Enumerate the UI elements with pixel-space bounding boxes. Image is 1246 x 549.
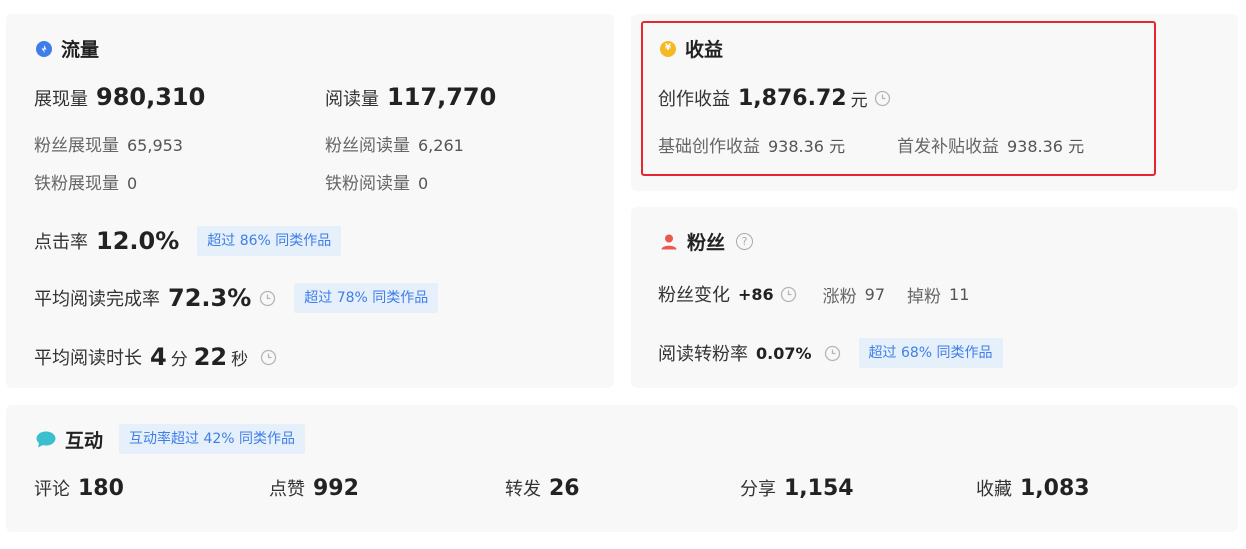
fan-impressions-value: 65,953 — [127, 136, 183, 155]
fan-reads-value: 6,261 — [418, 136, 464, 155]
favorites-stat: 收藏 1,083 — [976, 475, 1090, 501]
fans-gain-value: 97 — [864, 284, 886, 304]
creation-income-value: 1,876.72 — [738, 85, 847, 111]
fans-loss-label: 掉粉 — [907, 286, 942, 307]
completion-value: 72.3% — [168, 284, 252, 312]
duration-min: 4 — [150, 343, 167, 371]
shares-stat: 分享 1,154 — [740, 475, 854, 501]
completion-badge: 超过 78% 同类作品 — [294, 283, 439, 313]
iron-reads-stat: 铁粉阅读量 0 — [325, 169, 428, 194]
favorites-label: 收藏 — [976, 479, 1012, 500]
fans-conversion-stat: 阅读转粉率 0.07% 超过 68% 同类作品 — [658, 338, 1003, 368]
fans-change-label: 粉丝变化 — [658, 285, 730, 306]
iron-impressions-label: 铁粉展现量 — [34, 174, 119, 194]
fans-change-value: +86 — [738, 284, 774, 304]
creation-income-unit: 元 — [850, 90, 868, 111]
fans-change-stat: 粉丝变化 +86 涨粉 97 掉粉 11 — [658, 281, 969, 307]
reads-value: 117,770 — [387, 83, 497, 111]
fans-loss-value: 11 — [949, 284, 970, 304]
duration-min-unit: 分 — [170, 349, 188, 370]
duration-sec-unit: 秒 — [231, 349, 249, 370]
base-income-label: 基础创作收益 — [658, 137, 760, 157]
reposts-stat: 转发 26 — [505, 475, 580, 501]
first-income-label: 首发补贴收益 — [897, 137, 999, 157]
creation-income-label: 创作收益 — [658, 89, 730, 110]
comments-label: 评论 — [34, 479, 70, 500]
person-icon — [660, 233, 678, 251]
income-title: ¥ 收益 — [660, 35, 723, 62]
interaction-header: 互动 互动率超过 42% 同类作品 — [36, 424, 306, 454]
clock-icon[interactable] — [259, 290, 276, 307]
creation-income-stat: 创作收益 1,876.72 元 — [658, 85, 891, 111]
fan-reads-label: 粉丝阅读量 — [325, 136, 410, 156]
completion-stat: 平均阅读完成率 72.3% 超过 78% 同类作品 — [34, 283, 439, 313]
completion-label: 平均阅读完成率 — [34, 289, 160, 310]
reads-stat: 阅读量 117,770 — [325, 83, 496, 111]
chat-bubble-icon — [36, 431, 56, 448]
income-title-text: 收益 — [685, 39, 724, 61]
iron-impressions-value: 0 — [127, 174, 138, 193]
shares-label: 分享 — [740, 479, 776, 500]
duration-sec: 22 — [193, 343, 228, 371]
likes-label: 点赞 — [269, 479, 305, 500]
duration-label: 平均阅读时长 — [34, 348, 142, 369]
clock-icon[interactable] — [824, 345, 841, 362]
traffic-title-text: 流量 — [61, 39, 100, 61]
fan-impressions-stat: 粉丝展现量 65,953 — [34, 131, 183, 156]
iron-reads-value: 0 — [418, 174, 429, 193]
impressions-label: 展现量 — [34, 89, 88, 110]
first-income-stat: 首发补贴收益 938.36 元 — [897, 132, 1084, 157]
clock-icon[interactable] — [874, 90, 891, 107]
first-income-value: 938.36 元 — [1007, 137, 1085, 156]
fans-title-text: 粉丝 — [687, 232, 726, 254]
iron-reads-label: 铁粉阅读量 — [325, 174, 410, 194]
ctr-label: 点击率 — [34, 232, 88, 253]
shares-value: 1,154 — [784, 476, 854, 501]
ctr-stat: 点击率 12.0% 超过 86% 同类作品 — [34, 226, 342, 256]
interaction-badge: 互动率超过 42% 同类作品 — [119, 424, 306, 454]
interaction-title-text: 互动 — [65, 429, 104, 452]
reposts-label: 转发 — [505, 479, 541, 500]
impressions-stat: 展现量 980,310 — [34, 83, 205, 111]
base-income-stat: 基础创作收益 938.36 元 — [658, 132, 845, 157]
fans-conversion-value: 0.07% — [756, 343, 812, 363]
fan-reads-stat: 粉丝阅读量 6,261 — [325, 131, 464, 156]
ctr-value: 12.0% — [96, 227, 180, 255]
traffic-card — [6, 14, 614, 388]
comments-stat: 评论 180 — [34, 475, 124, 501]
yen-coin-icon: ¥ — [660, 40, 676, 57]
fans-conversion-label: 阅读转粉率 — [658, 344, 748, 365]
impressions-value: 980,310 — [96, 83, 206, 111]
base-income-value: 938.36 元 — [768, 137, 846, 156]
reads-label: 阅读量 — [325, 89, 379, 110]
likes-value: 992 — [313, 476, 359, 501]
fan-impressions-label: 粉丝展现量 — [34, 136, 119, 156]
duration-stat: 平均阅读时长 4 分 22 秒 — [34, 343, 277, 371]
blue-drop-icon — [36, 40, 52, 57]
clock-icon[interactable] — [260, 349, 277, 366]
traffic-title: 流量 — [36, 35, 99, 62]
reposts-value: 26 — [549, 476, 580, 501]
interaction-title: 互动 — [36, 426, 103, 453]
clock-icon[interactable] — [780, 286, 797, 303]
likes-stat: 点赞 992 — [269, 475, 359, 501]
comments-value: 180 — [78, 476, 124, 501]
question-circle-icon[interactable]: ? — [736, 233, 754, 250]
favorites-value: 1,083 — [1020, 476, 1090, 501]
iron-impressions-stat: 铁粉展现量 0 — [34, 169, 137, 194]
fans-conversion-badge: 超过 68% 同类作品 — [858, 338, 1003, 368]
ctr-badge: 超过 86% 同类作品 — [197, 226, 342, 256]
fans-title: 粉丝 ? — [660, 228, 754, 255]
fans-gain-label: 涨粉 — [822, 286, 857, 307]
